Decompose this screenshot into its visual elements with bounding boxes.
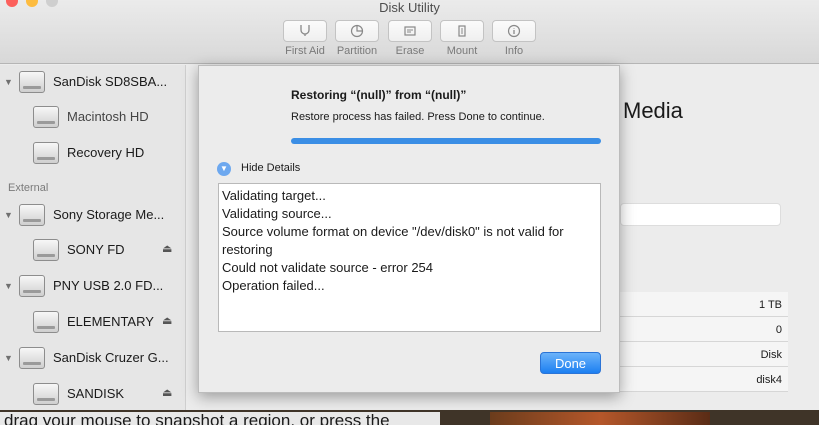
sidebar-item-label: SONY FD <box>67 242 125 257</box>
stethoscope-icon <box>300 25 310 36</box>
sidebar-item-label: SanDisk SD8SBA... <box>53 74 168 89</box>
hide-details-toggle[interactable]: Hide Details <box>241 162 300 174</box>
sidebar-item-sony-fd[interactable]: SONY FD ⏏ <box>0 233 186 267</box>
sidebar-item-macintosh-hd[interactable]: Macintosh HD <box>0 100 186 134</box>
external-drive-icon <box>19 204 45 226</box>
sidebar-item-sandisk-cruzer[interactable]: ▼ SanDisk Cruzer G... <box>0 341 186 375</box>
info-icon <box>507 24 521 38</box>
eject-icon[interactable]: ⏏ <box>162 242 172 255</box>
volume-icon <box>33 311 59 333</box>
log-line: Operation failed... <box>222 278 325 293</box>
sidebar-item-elementary[interactable]: ELEMENTARY ⏏ <box>0 305 186 339</box>
mount-icon <box>458 25 466 37</box>
dialog-title: Restoring “(null)” from “(null)” <box>291 88 467 102</box>
details-disclosure-icon[interactable]: ▼ <box>217 162 231 176</box>
details-log[interactable]: Validating target... Validating source..… <box>218 183 601 332</box>
progress-bar <box>291 138 601 144</box>
info-field <box>620 203 781 226</box>
restore-dialog: Restoring “(null)” from “(null)” Restore… <box>198 65 620 393</box>
sidebar: ▼ SanDisk SD8SBA... Macintosh HD Recover… <box>0 65 186 425</box>
info-label: Info <box>504 45 524 57</box>
done-button[interactable]: Done <box>540 352 601 374</box>
disclosure-triangle-icon[interactable]: ▼ <box>4 281 13 291</box>
sidebar-item-sandisk[interactable]: SANDISK ⏏ <box>0 377 186 411</box>
sidebar-item-sony-storage[interactable]: ▼ Sony Storage Me... <box>0 198 186 232</box>
first-aid-button[interactable] <box>283 20 327 42</box>
volume-icon <box>33 106 59 128</box>
disclosure-triangle-icon[interactable]: ▼ <box>4 77 13 87</box>
eraser-icon <box>404 26 416 36</box>
volume-icon <box>33 239 59 261</box>
sidebar-item-label: Recovery HD <box>67 145 145 160</box>
log-line: Could not validate source - error 254 <box>222 260 434 275</box>
screenshot-hint-overlay: drag your mouse to snapshot a region, or… <box>0 412 440 425</box>
external-drive-icon <box>19 347 45 369</box>
sidebar-item-label: Macintosh HD <box>67 109 149 124</box>
sidebar-item-recovery-hd[interactable]: Recovery HD <box>0 136 186 170</box>
pie-icon <box>350 24 364 38</box>
sidebar-item-label: SanDisk Cruzer G... <box>53 350 169 365</box>
media-heading: Media <box>623 98 683 123</box>
disk-utility-window: Disk Utility First Aid Partition Erase M… <box>0 0 819 425</box>
erase-button[interactable] <box>388 20 432 42</box>
info-value-device: disk4 <box>620 367 788 392</box>
desktop-wallpaper-strip <box>490 412 710 425</box>
info-value-child-count: 0 <box>620 317 788 342</box>
volume-icon <box>33 383 59 405</box>
disclosure-triangle-icon[interactable]: ▼ <box>4 353 13 363</box>
internal-drive-icon <box>19 71 45 93</box>
sidebar-section-external: External <box>8 182 49 194</box>
sidebar-item-sandisk-sd8sba[interactable]: ▼ SanDisk SD8SBA... <box>0 65 186 99</box>
log-line: Validating source... <box>222 206 332 221</box>
eject-icon[interactable]: ⏏ <box>162 314 172 327</box>
dialog-message: Restore process has failed. Press Done t… <box>291 111 545 123</box>
window-title: Disk Utility <box>379 0 440 15</box>
info-button[interactable] <box>492 20 536 42</box>
sidebar-item-pny-usb[interactable]: ▼ PNY USB 2.0 FD... <box>0 269 186 303</box>
volume-icon <box>33 142 59 164</box>
external-drive-icon <box>19 275 45 297</box>
log-line: Validating target... <box>222 188 326 203</box>
mount-button[interactable] <box>440 20 484 42</box>
eject-icon[interactable]: ⏏ <box>162 386 172 399</box>
log-line: Source volume format on device "/dev/dis… <box>222 224 564 257</box>
sidebar-item-label: Sony Storage Me... <box>53 207 165 222</box>
sidebar-item-label: ELEMENTARY <box>67 314 154 329</box>
sidebar-item-label: SANDISK <box>67 386 125 401</box>
disclosure-triangle-icon[interactable]: ▼ <box>4 210 13 220</box>
info-value-type: Disk <box>620 342 788 367</box>
toolbar: Disk Utility First Aid Partition Erase M… <box>0 0 819 64</box>
info-value-capacity: 1 TB <box>620 292 788 317</box>
partition-button[interactable] <box>335 20 379 42</box>
sidebar-item-label: PNY USB 2.0 FD... <box>53 278 164 293</box>
